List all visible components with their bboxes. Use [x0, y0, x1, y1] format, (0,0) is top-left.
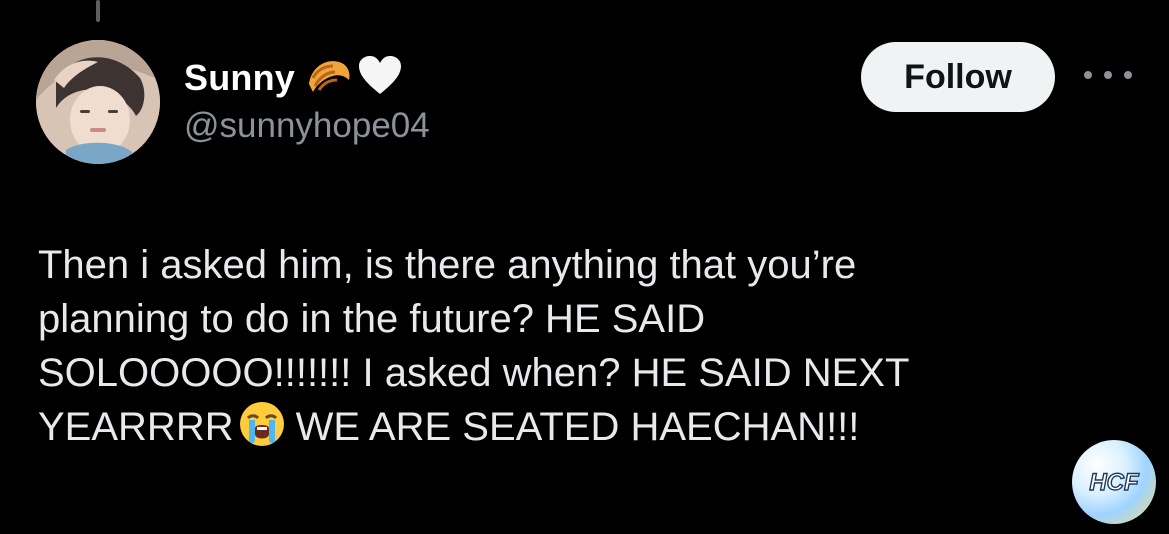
post-text: Then i asked him, is there anything that…: [38, 238, 1058, 462]
more-dot: [1124, 71, 1132, 79]
author-name-row[interactable]: Sunny: [184, 52, 403, 104]
author-handle[interactable]: @sunnyhope04: [184, 106, 430, 146]
more-dot: [1104, 71, 1112, 79]
more-dot: [1084, 71, 1092, 79]
post-text-line: planning to do in the future? HE SAID: [38, 297, 706, 341]
watermark-text: HCF: [1089, 469, 1140, 496]
avatar[interactable]: [36, 40, 160, 164]
post-text-before-emoji: YEARRRR: [38, 405, 234, 449]
post-text-after-emoji: WE ARE SEATED HAECHAN!!!: [295, 405, 860, 449]
more-options-icon[interactable]: [1084, 62, 1132, 88]
post-text-line: SOLOOOOO!!!!!!! I asked when? HE SAID NE…: [38, 351, 910, 395]
follow-button[interactable]: Follow: [861, 42, 1055, 112]
loudly-crying-face-icon: [238, 400, 286, 462]
white-heart-icon: [357, 54, 403, 103]
post-text-line-last: YEARRRR WE ARE SEATED HAECHAN!!!: [38, 400, 1058, 462]
post-text-line: Then i asked him, is there anything that…: [38, 243, 857, 287]
author-display-name[interactable]: Sunny: [184, 57, 295, 99]
watermark-logo: HCF: [1072, 440, 1156, 524]
croissant-icon: [305, 54, 353, 103]
thread-connector-line: [96, 0, 100, 22]
avatar-photo: [36, 40, 160, 164]
